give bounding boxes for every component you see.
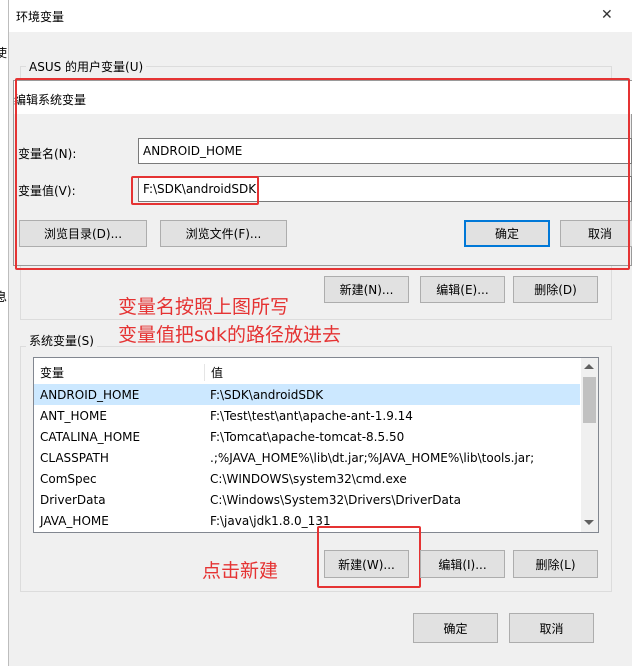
window-titlebar [9,0,632,32]
background-fragment-b: 息 [0,290,8,304]
header-variable[interactable]: 变量 [34,364,204,381]
system-delete-button[interactable]: 删除(L) [513,550,598,578]
background-fragment-a: 使 [0,46,8,60]
table-header: 变量 值 [34,361,598,383]
vertical-scrollbar[interactable] [581,358,598,532]
system-vars-label: 系统变量(S) [26,332,97,349]
scroll-up-icon[interactable] [584,364,594,369]
footer-ok-button[interactable]: 确定 [413,613,498,643]
system-vars-table: 变量 值 ANDROID_HOME F:\SDK\androidSDK ANT_… [33,357,599,533]
user-delete-button[interactable]: 删除(D) [513,276,598,303]
system-edit-button[interactable]: 编辑(I)... [420,550,505,578]
footer-cancel-button[interactable]: 取消 [509,613,594,643]
annotation-line-1: 变量名按照上图所写 [118,296,290,318]
table-row[interactable]: CATALINA_HOME F:\Tomcat\apache-tomcat-8.… [34,426,580,447]
scroll-thumb[interactable] [583,377,596,423]
table-row[interactable]: DriverData C:\Windows\System32\Drivers\D… [34,489,580,510]
table-row[interactable]: CLASSPATH .;%JAVA_HOME%\lib\dt.jar;%JAVA… [34,447,580,468]
annotation-click-new: 点击新建 [202,560,279,582]
table-row[interactable]: ANDROID_HOME F:\SDK\androidSDK [34,384,580,405]
user-edit-button[interactable]: 编辑(E)... [420,276,505,303]
close-icon[interactable]: ✕ [601,7,613,23]
user-vars-label: ASUS 的用户变量(U) [26,58,147,75]
new-button-highlight-box [317,526,421,588]
user-new-button[interactable]: 新建(N)... [324,276,409,303]
table-row[interactable]: JAVA_HOME F:\java\jdk1.8.0_131 [34,510,580,531]
window-title: 环境变量 [16,10,65,24]
table-row[interactable]: ANT_HOME F:\Test\test\ant\apache-ant-1.9… [34,405,580,426]
value-highlight-box [131,176,259,205]
dialog-highlight-box [15,78,630,270]
header-value[interactable]: 值 [204,363,223,381]
table-row[interactable]: ComSpec C:\WINDOWS\system32\cmd.exe [34,468,580,489]
annotation-line-2: 变量值把sdk的路径放进去 [118,324,341,346]
scroll-down-icon[interactable] [584,520,594,525]
